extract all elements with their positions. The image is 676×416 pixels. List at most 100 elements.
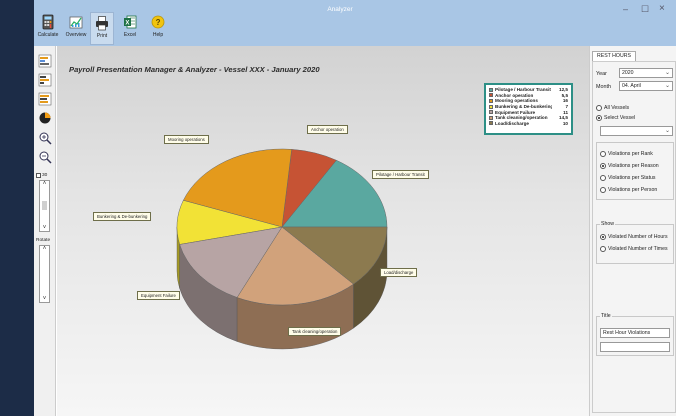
calculate-button[interactable]: Calculate — [36, 12, 60, 45]
scroll-thumb[interactable] — [42, 201, 47, 210]
all-vessels-label: All Vessels — [604, 105, 630, 111]
violations-reason-radio[interactable]: Violations per Reason — [600, 163, 659, 169]
legend-label: Tank cleaning/operation — [495, 115, 548, 121]
legend-swatch — [489, 93, 493, 98]
bar-chart-alt-icon[interactable] — [38, 73, 52, 87]
violated-hours-radio[interactable]: Violated Number of Hours — [600, 234, 668, 240]
minimize-button[interactable]: – — [623, 4, 628, 14]
radio-icon — [600, 175, 606, 181]
callout-pilotage: Pilotage / Harbour Transit — [372, 170, 429, 179]
zoom-in-icon[interactable] — [38, 131, 52, 145]
close-button[interactable]: × — [659, 3, 665, 14]
legend-value: 10 — [562, 120, 568, 126]
year-select[interactable]: 2020 ⌄ — [619, 68, 673, 78]
year-label: Year — [596, 71, 607, 77]
chart-icon — [69, 16, 83, 29]
violated-times-radio[interactable]: Violated Number of Times — [600, 246, 668, 252]
pie-chart-icon[interactable] — [38, 111, 52, 125]
violations-person-label: Violations per Person — [608, 187, 658, 193]
rotate-scrollbar[interactable]: ˄ ˅ — [39, 245, 50, 303]
legend-swatch — [489, 115, 493, 120]
title-input-secondary[interactable] — [600, 342, 670, 352]
print-label: Print — [96, 33, 108, 39]
violated-hours-label: Violated Number of Hours — [608, 234, 668, 240]
left-dark-strip — [0, 0, 34, 416]
callout-bunkering: Bunkering & De-bunkering — [93, 212, 152, 221]
legend-item: Mooring operations 16 — [489, 98, 568, 104]
show-label: Show — [600, 221, 615, 227]
tab-rest-hours[interactable]: REST HOURS — [592, 51, 636, 61]
legend-value: 14,5 — [559, 115, 568, 121]
violations-group: Violations per Rank Violations per Reaso… — [596, 142, 674, 200]
legend-value: 7 — [565, 104, 568, 110]
month-label: Month — [596, 84, 611, 90]
right-panel: REST HOURS Year 2020 ⌄ Month 04. April ⌄… — [589, 46, 676, 416]
all-vessels-radio[interactable]: All Vessels — [596, 105, 629, 111]
radio-icon — [600, 246, 606, 252]
chevron-down-icon: ⌄ — [664, 83, 670, 89]
legend-swatch — [489, 121, 493, 126]
violations-status-radio[interactable]: Violations per Status — [600, 175, 656, 181]
3d-toggle[interactable]: 30 — [36, 173, 47, 178]
select-vessel-label: Select Vessel — [604, 115, 636, 121]
help-icon: ? — [151, 15, 165, 29]
legend-label: Pilotage / Harbour Transit — [495, 87, 551, 93]
maximize-button[interactable]: ☐ — [641, 4, 649, 15]
legend-value: 12,5 — [559, 87, 568, 93]
legend-value: 11 — [563, 109, 568, 115]
select-vessel-radio[interactable]: Select Vessel — [596, 115, 635, 121]
violations-status-label: Violations per Status — [608, 175, 656, 181]
callout-anchor: Anchor operation — [307, 125, 348, 134]
violations-person-radio[interactable]: Violations per Person — [600, 187, 657, 193]
window-title: Analyzer — [327, 6, 353, 13]
legend-swatch — [489, 110, 493, 115]
chevron-down-icon[interactable]: ˅ — [40, 296, 49, 302]
zoom-value: 30 — [42, 173, 48, 178]
title-input[interactable]: Rest Hour Violations — [600, 328, 670, 338]
legend-label: Anchor operation — [495, 92, 534, 98]
excel-button[interactable]: X Excel — [118, 12, 142, 45]
bar-chart-icon[interactable] — [38, 54, 52, 68]
svg-text:X: X — [125, 20, 129, 26]
legend-item: Pilotage / Harbour Transit 12,5 — [489, 87, 568, 93]
violations-rank-radio[interactable]: Violations per Rank — [600, 151, 653, 157]
calculator-icon — [42, 14, 54, 30]
printer-icon — [96, 16, 108, 31]
callout-equipment: Equipment Failure — [137, 291, 180, 300]
chevron-up-icon[interactable]: ˄ — [40, 246, 49, 252]
chevron-down-icon: ⌄ — [664, 128, 670, 134]
radio-selected-icon — [600, 163, 606, 169]
legend-item: Bunkering & De-bunkering 7 — [489, 104, 568, 110]
violations-reason-label: Violations per Reason — [608, 163, 659, 169]
legend-item: Tank cleaning/operation 14,5 — [489, 115, 568, 121]
legend-label: Load/discharge — [495, 120, 529, 126]
radio-selected-icon — [596, 115, 602, 121]
vessel-select[interactable]: ⌄ — [600, 126, 673, 136]
callout-load: Load/discharge — [380, 268, 418, 277]
zoom-out-icon[interactable] — [38, 150, 52, 164]
depth-scrollbar[interactable]: ˄ ˅ — [39, 180, 50, 232]
help-button[interactable]: ? Help — [146, 12, 170, 45]
callout-mooring: Mooring operations — [164, 135, 209, 144]
year-value: 2020 — [622, 70, 634, 76]
excel-label: Excel — [123, 32, 137, 38]
overview-button[interactable]: Overview — [64, 12, 88, 45]
title-group: Title Rest Hour Violations — [596, 313, 674, 356]
legend-value: 16 — [562, 98, 568, 104]
calculate-label: Calculate — [37, 32, 59, 38]
violated-times-label: Violated Number of Times — [608, 246, 668, 252]
legend-item: Anchor operation 5,5 — [489, 93, 568, 99]
legend-label: Equipment Failure — [495, 109, 536, 115]
print-button[interactable]: Print — [90, 12, 114, 45]
checkbox-icon — [36, 173, 41, 178]
chevron-up-icon[interactable]: ˄ — [40, 181, 49, 187]
rest-hours-panel: Year 2020 ⌄ Month 04. April ⌄ All Vessel… — [592, 61, 676, 413]
title-label: Title — [600, 313, 612, 319]
legend-value: 5,5 — [561, 92, 568, 98]
side-toolbar: 30 ˄ ˅ Rotate ˄ ˅ — [34, 46, 56, 416]
excel-icon: X — [124, 15, 137, 29]
stacked-bar-icon[interactable] — [38, 92, 52, 106]
chevron-down-icon[interactable]: ˅ — [40, 225, 49, 231]
month-select[interactable]: 04. April ⌄ — [619, 81, 673, 91]
legend-item: Load/discharge 10 — [489, 121, 568, 127]
